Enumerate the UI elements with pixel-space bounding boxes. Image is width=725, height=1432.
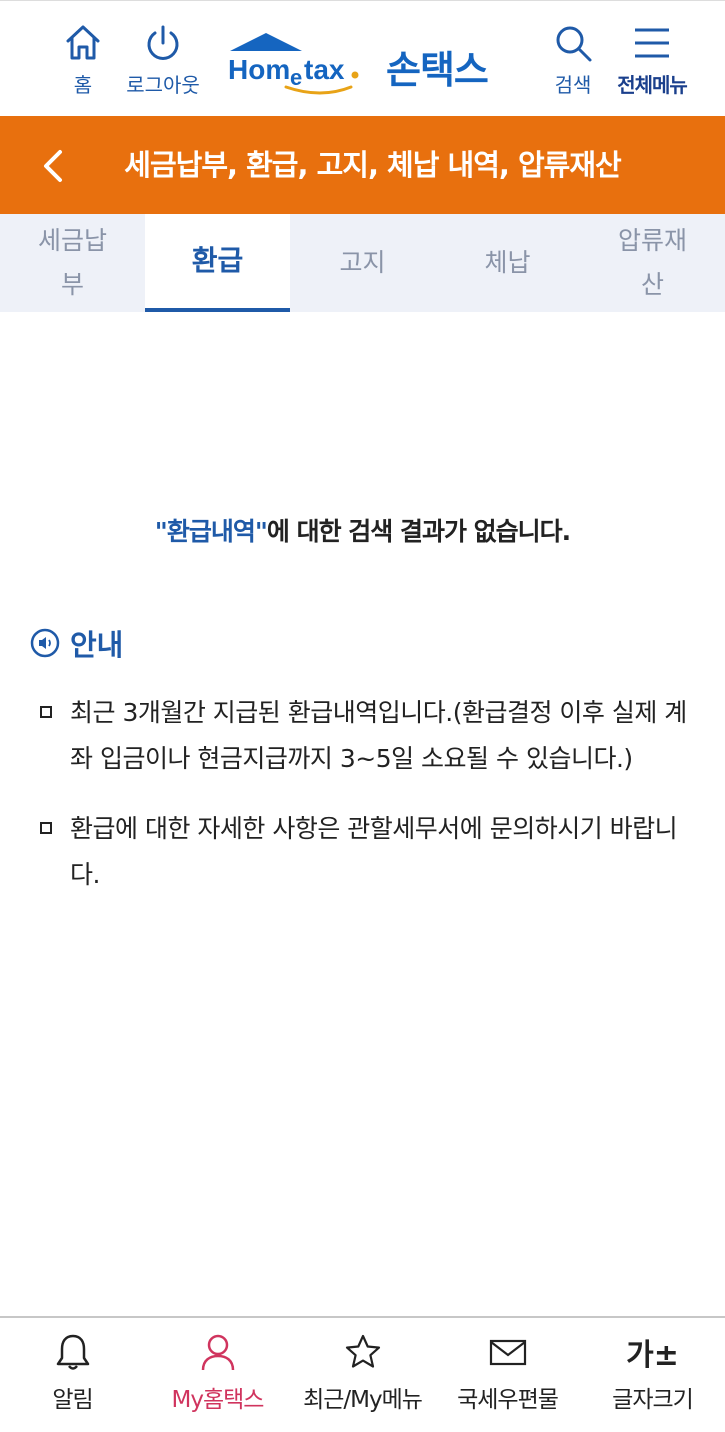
guide-item: 환급에 대한 자세한 사항은 관할세무서에 문의하시기 바랍니다.: [40, 806, 700, 898]
tab-notice[interactable]: 고지: [290, 214, 435, 312]
guide-item-text: 환급에 대한 자세한 사항은 관할세무서에 문의하시기 바랍니다.: [70, 814, 678, 889]
sontax-wordmark: 손택스: [386, 48, 489, 92]
home-icon: [66, 25, 100, 60]
full-menu-button[interactable]: 전체메뉴: [610, 23, 694, 98]
page-title: 세금납부, 환급, 고지, 체납 내역, 압류재산: [124, 148, 621, 182]
nav-label: 알림: [52, 1387, 93, 1413]
bell-icon: [56, 1334, 89, 1370]
user-icon: [201, 1334, 234, 1371]
font-size-icon: 가±: [626, 1338, 679, 1373]
search-icon: [556, 26, 592, 62]
no-result-message: "환급내역"에 대한 검색 결과가 없습니다.: [0, 512, 725, 548]
nav-recent-my-menu[interactable]: 최근/My메뉴: [290, 1318, 435, 1432]
guide-item: 최근 3개월간 지급된 환급내역입니다.(환급결정 이후 실제 계좌 입금이나 …: [40, 690, 700, 782]
nav-label: My홈택스: [171, 1387, 265, 1413]
bottom-navigation: 알림 My홈택스 최근/My메뉴 국세우편물 가± 글자크기: [0, 1316, 725, 1432]
tab-bar: 세금납부 환급 고지 체납 압류재산: [0, 214, 725, 312]
search-keyword: "환급내역": [154, 517, 268, 546]
nav-font-size[interactable]: 가± 글자크기: [580, 1318, 725, 1432]
tab-label: 고지: [339, 248, 386, 277]
svg-text:Hom: Hom: [228, 54, 290, 85]
guide-title: 안내: [70, 628, 124, 662]
hometax-logo[interactable]: Hom e tax 손택스: [226, 29, 506, 99]
tab-seized-property[interactable]: 압류재산: [580, 214, 725, 312]
nav-tax-mail[interactable]: 국세우편물: [435, 1318, 580, 1432]
home-button[interactable]: 홈: [58, 23, 108, 98]
menu-label: 전체메뉴: [617, 73, 688, 97]
guide-heading: 안내: [30, 622, 123, 664]
search-label: 검색: [554, 73, 592, 97]
tab-label: 세금납부: [37, 226, 107, 299]
power-icon: [147, 25, 179, 60]
logout-label: 로그아웃: [126, 73, 200, 97]
guide-item-text: 최근 3개월간 지급된 환급내역입니다.(환급결정 이후 실제 계좌 입금이나 …: [70, 698, 687, 773]
speaker-icon: [30, 628, 60, 658]
search-button[interactable]: 검색: [538, 23, 608, 98]
nav-notifications[interactable]: 알림: [0, 1318, 145, 1432]
page-title-bar: 세금납부, 환급, 고지, 체납 내역, 압류재산: [0, 116, 725, 214]
nav-label: 국세우편물: [457, 1387, 559, 1413]
tab-arrears[interactable]: 체납: [435, 214, 580, 312]
square-bullet-icon: [40, 706, 52, 718]
top-header: 홈 로그아웃 Hom e tax 손택스 검색 전체메뉴: [0, 0, 725, 116]
mail-icon: [489, 1339, 526, 1366]
nav-my-hometax[interactable]: My홈택스: [145, 1318, 290, 1432]
logout-button[interactable]: 로그아웃: [118, 23, 208, 98]
square-bullet-icon: [40, 822, 52, 834]
svg-text:tax: tax: [304, 54, 345, 85]
tab-tax-payment[interactable]: 세금납부: [0, 214, 145, 312]
svg-text:e: e: [290, 65, 302, 90]
guide-list: 최근 3개월간 지급된 환급내역입니다.(환급결정 이후 실제 계좌 입금이나 …: [40, 690, 700, 922]
hometax-logo-mark: Hom e tax: [228, 33, 359, 95]
no-result-text: 에 대한 검색 결과가 없습니다.: [266, 517, 571, 546]
hamburger-icon: [635, 28, 669, 58]
tab-label: 체납: [484, 248, 531, 277]
tab-label: 환급: [191, 244, 244, 277]
tab-refund[interactable]: 환급: [145, 214, 290, 312]
star-icon: [345, 1334, 380, 1368]
tab-label: 압류재산: [617, 226, 687, 299]
nav-label: 글자크기: [612, 1387, 694, 1413]
home-label: 홈: [73, 73, 93, 97]
nav-label: 최근/My메뉴: [303, 1387, 423, 1413]
